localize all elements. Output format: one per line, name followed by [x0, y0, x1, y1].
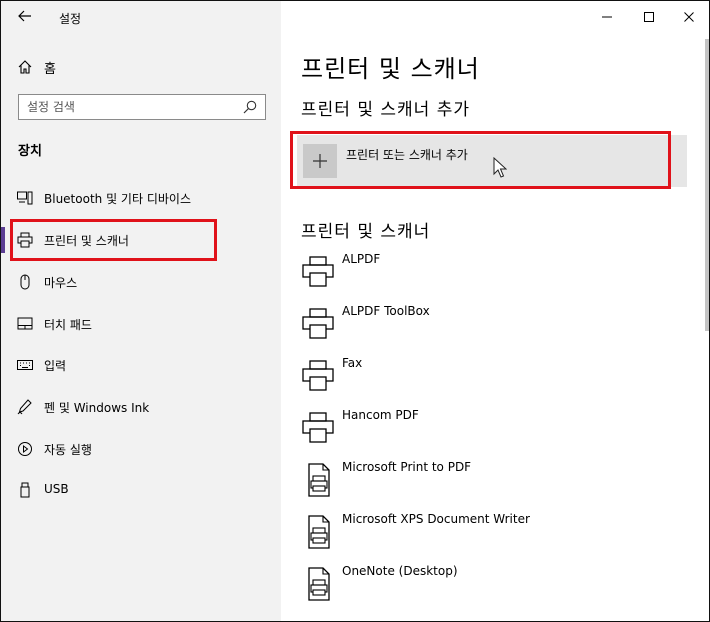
sidebar-item-usb[interactable]: USB	[1, 473, 281, 507]
printer-name: ALPDF	[342, 252, 381, 266]
back-button[interactable]	[15, 7, 35, 27]
mouse-icon	[20, 274, 30, 290]
printer-list-title: 프린터 및 스캐너	[301, 222, 431, 242]
arrow-left-icon	[18, 10, 31, 22]
sidebar: 설정 홈 장치 Bluetooth 및 기타 디바이스	[1, 1, 281, 621]
maximize-button[interactable]	[637, 6, 661, 28]
sidebar-item-label: Bluetooth 및 기타 디바이스	[44, 192, 191, 206]
search-icon[interactable]	[241, 98, 259, 116]
sidebar-item-label: 펜 및 Windows Ink	[44, 401, 150, 415]
printer-list-item[interactable]: Microsoft Print to PDF	[297, 460, 677, 512]
document-printer-icon	[308, 515, 330, 549]
printer-list-item[interactable]: OneNote (Desktop)	[297, 564, 677, 616]
printer-icon	[17, 232, 33, 248]
printer-icon	[302, 360, 334, 391]
add-section-title: 프린터 및 스캐너 추가	[301, 100, 470, 120]
pen-icon	[17, 399, 32, 415]
printer-name: Microsoft XPS Document Writer	[342, 512, 530, 526]
sidebar-item-bluetooth[interactable]: Bluetooth 및 기타 디바이스	[1, 181, 281, 215]
printer-icon	[302, 256, 334, 287]
minimize-icon	[602, 16, 612, 18]
printer-icon	[302, 412, 334, 443]
sidebar-item-mouse[interactable]: 마우스	[1, 265, 281, 299]
printer-list-item[interactable]: ALPDF ToolBox	[297, 304, 677, 356]
sidebar-item-touchpad[interactable]: 터치 패드	[1, 307, 281, 341]
home-icon	[18, 60, 32, 74]
sidebar-item-input[interactable]: 입력	[1, 348, 281, 382]
search-input[interactable]	[27, 98, 237, 116]
scrollbar[interactable]	[705, 39, 709, 331]
add-printer-label: 프린터 또는 스캐너 추가	[346, 148, 468, 162]
add-printer-button[interactable]: 프린터 또는 스캐너 추가	[297, 135, 687, 187]
printer-name: Microsoft Print to PDF	[342, 460, 472, 474]
sidebar-item-label: 자동 실행	[44, 443, 92, 457]
sidebar-item-label: 입력	[44, 359, 67, 373]
home-label: 홈	[44, 61, 56, 77]
printer-list-item[interactable]: Hancom PDF	[297, 408, 677, 460]
sidebar-item-label: 터치 패드	[44, 318, 92, 332]
autoplay-icon	[18, 442, 32, 456]
maximize-icon	[644, 12, 654, 22]
page-title: 프린터 및 스캐너	[301, 55, 480, 83]
printer-list-item[interactable]: ALPDF	[297, 252, 677, 304]
main-content: 프린터 및 스캐너 프린터 및 스캐너 추가 프린터 또는 스캐너 추가 프린터…	[281, 1, 709, 621]
document-printer-icon	[308, 463, 330, 497]
home-nav-item[interactable]: 홈	[17, 57, 56, 77]
printer-list-item[interactable]: Fax	[297, 356, 677, 408]
printer-name: ALPDF ToolBox	[342, 304, 430, 318]
printer-name: Fax	[342, 356, 363, 370]
search-box[interactable]	[18, 94, 266, 120]
settings-window: 설정 홈 장치 Bluetooth 및 기타 디바이스	[0, 0, 710, 622]
sidebar-item-label: USB	[44, 482, 69, 496]
minimize-button[interactable]	[595, 6, 619, 28]
sidebar-item-printers[interactable]: 프린터 및 스캐너	[1, 223, 281, 257]
close-button[interactable]	[677, 6, 701, 28]
close-icon	[684, 12, 694, 22]
printer-name: OneNote (Desktop)	[342, 564, 458, 578]
sidebar-item-pen[interactable]: 펜 및 Windows Ink	[1, 390, 281, 424]
keyboard-icon	[17, 360, 33, 370]
plus-tile	[303, 144, 337, 178]
bluetooth-devices-icon	[17, 191, 33, 205]
plus-icon	[313, 154, 327, 168]
printer-list-item[interactable]: Microsoft XPS Document Writer	[297, 512, 677, 564]
sidebar-item-autoplay[interactable]: 자동 실행	[1, 432, 281, 466]
window-title: 설정	[59, 12, 82, 26]
printer-name: Hancom PDF	[342, 408, 419, 422]
sidebar-item-label: 프린터 및 스캐너	[44, 234, 129, 248]
touchpad-icon	[17, 317, 33, 330]
sidebar-item-label: 마우스	[44, 276, 78, 290]
printer-icon	[302, 308, 334, 339]
section-title: 장치	[18, 144, 42, 159]
document-printer-icon	[308, 567, 330, 601]
usb-icon	[20, 482, 30, 498]
active-indicator	[1, 227, 5, 253]
